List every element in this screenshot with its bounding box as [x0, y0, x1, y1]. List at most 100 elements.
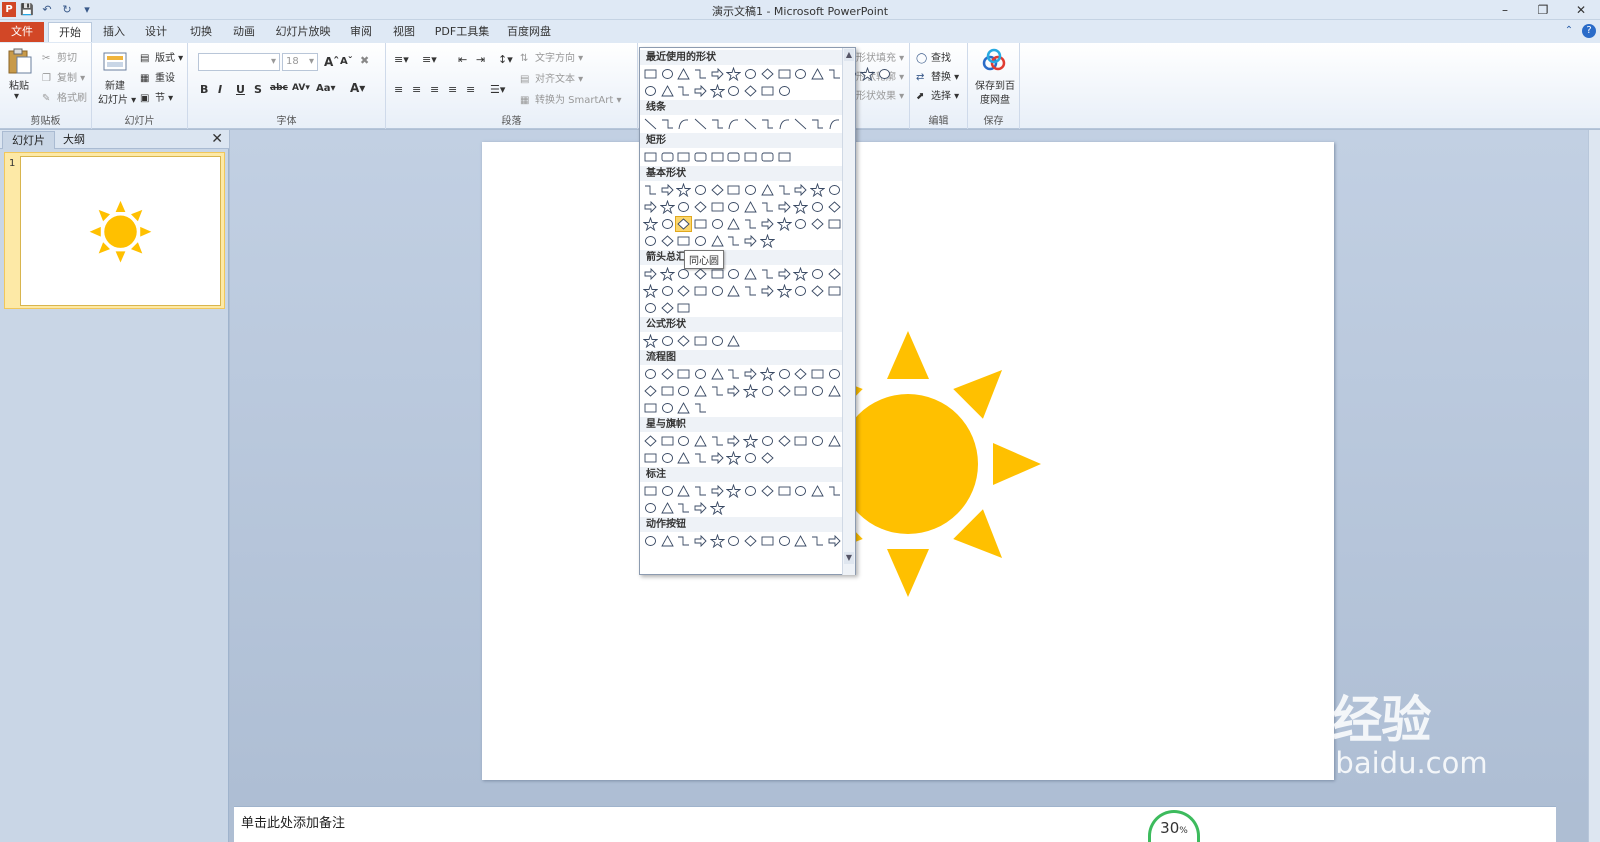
shape-option-icon[interactable] — [760, 117, 775, 131]
shape-option-icon[interactable] — [709, 500, 725, 515]
shape-fill-button[interactable]: 形状填充 ▾ — [856, 49, 904, 64]
scroll-down-icon[interactable]: ▼ — [844, 552, 854, 564]
shape-option-icon[interactable] — [793, 199, 809, 214]
shape-option-icon[interactable] — [693, 334, 708, 348]
shape-option-icon[interactable] — [643, 301, 658, 315]
shape-option-icon[interactable] — [810, 534, 825, 548]
find-button[interactable]: ◯ 查找 — [916, 49, 951, 65]
slide-thumbnail[interactable] — [20, 156, 221, 306]
shape-option-icon[interactable] — [676, 451, 691, 465]
clear-format-icon[interactable]: ✖ — [360, 54, 369, 67]
shape-option-icon[interactable] — [827, 67, 842, 81]
shape-option-icon[interactable] — [660, 401, 675, 415]
notes-pane[interactable]: 单击此处添加备注 — [234, 806, 1556, 842]
scroll-up-icon[interactable]: ▲ — [844, 49, 854, 61]
shape-option-icon[interactable] — [777, 150, 792, 164]
shape-option-icon[interactable] — [693, 451, 708, 465]
shape-option-icon[interactable] — [793, 67, 808, 81]
shape-option-icon[interactable] — [726, 150, 741, 164]
slide-thumbnail-holder[interactable]: 1 — [4, 152, 225, 309]
shape-option-icon[interactable] — [660, 334, 675, 348]
shape-option-icon[interactable] — [693, 183, 708, 197]
shape-option-icon[interactable] — [726, 434, 741, 448]
shape-option-icon[interactable] — [777, 84, 792, 98]
shape-option-icon[interactable] — [809, 182, 825, 197]
shape-option-icon[interactable] — [710, 117, 725, 131]
shape-option-icon[interactable] — [643, 216, 658, 231]
shape-option-icon[interactable] — [827, 117, 842, 131]
shape-option-icon[interactable] — [676, 301, 691, 315]
align-right-icon[interactable]: ≡ — [430, 83, 439, 96]
shape-option-icon[interactable] — [710, 384, 725, 398]
shape-option-icon[interactable] — [776, 283, 792, 298]
shape-option-icon[interactable] — [827, 183, 842, 197]
shape-option-icon[interactable] — [743, 433, 759, 448]
shape-option-icon[interactable] — [859, 66, 875, 81]
shape-option-icon[interactable] — [777, 384, 792, 398]
shape-option-icon[interactable] — [810, 67, 825, 81]
slide-canvas[interactable] — [482, 142, 1334, 780]
shape-option-icon[interactable] — [643, 234, 658, 248]
tab-home[interactable]: 开始 — [48, 22, 92, 42]
shape-option-icon[interactable] — [827, 284, 842, 298]
shape-option-icon[interactable] — [643, 484, 658, 498]
shape-option-icon[interactable] — [643, 501, 658, 515]
cut-button[interactable]: ✂ 剪切 — [42, 49, 77, 65]
shape-option-icon[interactable] — [793, 384, 808, 398]
shape-option-icon[interactable] — [660, 284, 675, 298]
shape-option-icon[interactable] — [810, 267, 825, 281]
shape-option-icon[interactable] — [810, 117, 825, 131]
shape-option-icon[interactable] — [743, 183, 758, 197]
save-to-baidu-button[interactable]: 保存到百 — [975, 77, 1015, 92]
sun-shape[interactable] — [482, 142, 1334, 780]
shape-option-icon[interactable] — [643, 117, 658, 131]
shape-option-icon[interactable] — [660, 183, 675, 197]
shape-option-icon[interactable] — [777, 367, 792, 381]
shape-option-icon[interactable] — [793, 434, 808, 448]
shape-option-icon[interactable] — [777, 534, 792, 548]
columns-icon[interactable]: ☰▾ — [490, 83, 505, 96]
shape-option-icon[interactable] — [643, 333, 658, 348]
shape-option-icon[interactable] — [743, 383, 759, 398]
shape-option-icon[interactable] — [643, 67, 658, 81]
tab-file[interactable]: 文件 — [0, 22, 44, 42]
shape-option-icon[interactable] — [710, 150, 725, 164]
shape-option-icon[interactable] — [709, 83, 725, 98]
new-slide-button[interactable]: 幻灯片 ▾ — [98, 91, 136, 106]
replace-button[interactable]: ⇄ 替换 ▾ — [916, 68, 959, 84]
shape-option-icon[interactable] — [676, 401, 691, 415]
shape-option-icon[interactable] — [693, 217, 708, 231]
shape-option-icon[interactable] — [710, 183, 725, 197]
shape-option-icon[interactable] — [660, 301, 675, 315]
shape-option-icon[interactable] — [827, 534, 842, 548]
shape-option-icon[interactable] — [675, 215, 693, 232]
shape-option-icon[interactable] — [643, 367, 658, 381]
shape-option-icon[interactable] — [726, 367, 741, 381]
align-left-icon[interactable]: ≡ — [394, 83, 403, 96]
shape-option-icon[interactable] — [827, 434, 842, 448]
shape-option-icon[interactable] — [743, 267, 758, 281]
shape-option-icon[interactable] — [743, 150, 758, 164]
shape-option-icon[interactable] — [777, 200, 792, 214]
shape-option-icon[interactable] — [710, 217, 725, 231]
decrease-indent-icon[interactable]: ⇤ — [458, 53, 467, 66]
shape-option-icon[interactable] — [693, 534, 708, 548]
shape-option-icon[interactable] — [793, 484, 808, 498]
shape-option-icon[interactable] — [743, 367, 758, 381]
shape-option-icon[interactable] — [676, 384, 691, 398]
shape-option-icon[interactable] — [660, 217, 675, 231]
shape-option-icon[interactable] — [710, 234, 725, 248]
shape-option-icon[interactable] — [643, 401, 658, 415]
font-color-icon[interactable]: A▾ — [350, 81, 365, 95]
shape-option-icon[interactable] — [676, 284, 691, 298]
change-case-icon[interactable]: Aa▾ — [316, 83, 336, 94]
shape-option-icon[interactable] — [660, 434, 675, 448]
shape-option-icon[interactable] — [693, 434, 708, 448]
shape-effects-button[interactable]: 形状效果 ▾ — [856, 87, 904, 102]
shape-option-icon[interactable] — [793, 266, 809, 281]
shape-option-icon[interactable] — [726, 66, 742, 81]
shape-option-icon[interactable] — [743, 284, 758, 298]
shape-option-icon[interactable] — [827, 217, 842, 231]
shape-option-icon[interactable] — [760, 200, 775, 214]
shape-option-icon[interactable] — [710, 484, 725, 498]
